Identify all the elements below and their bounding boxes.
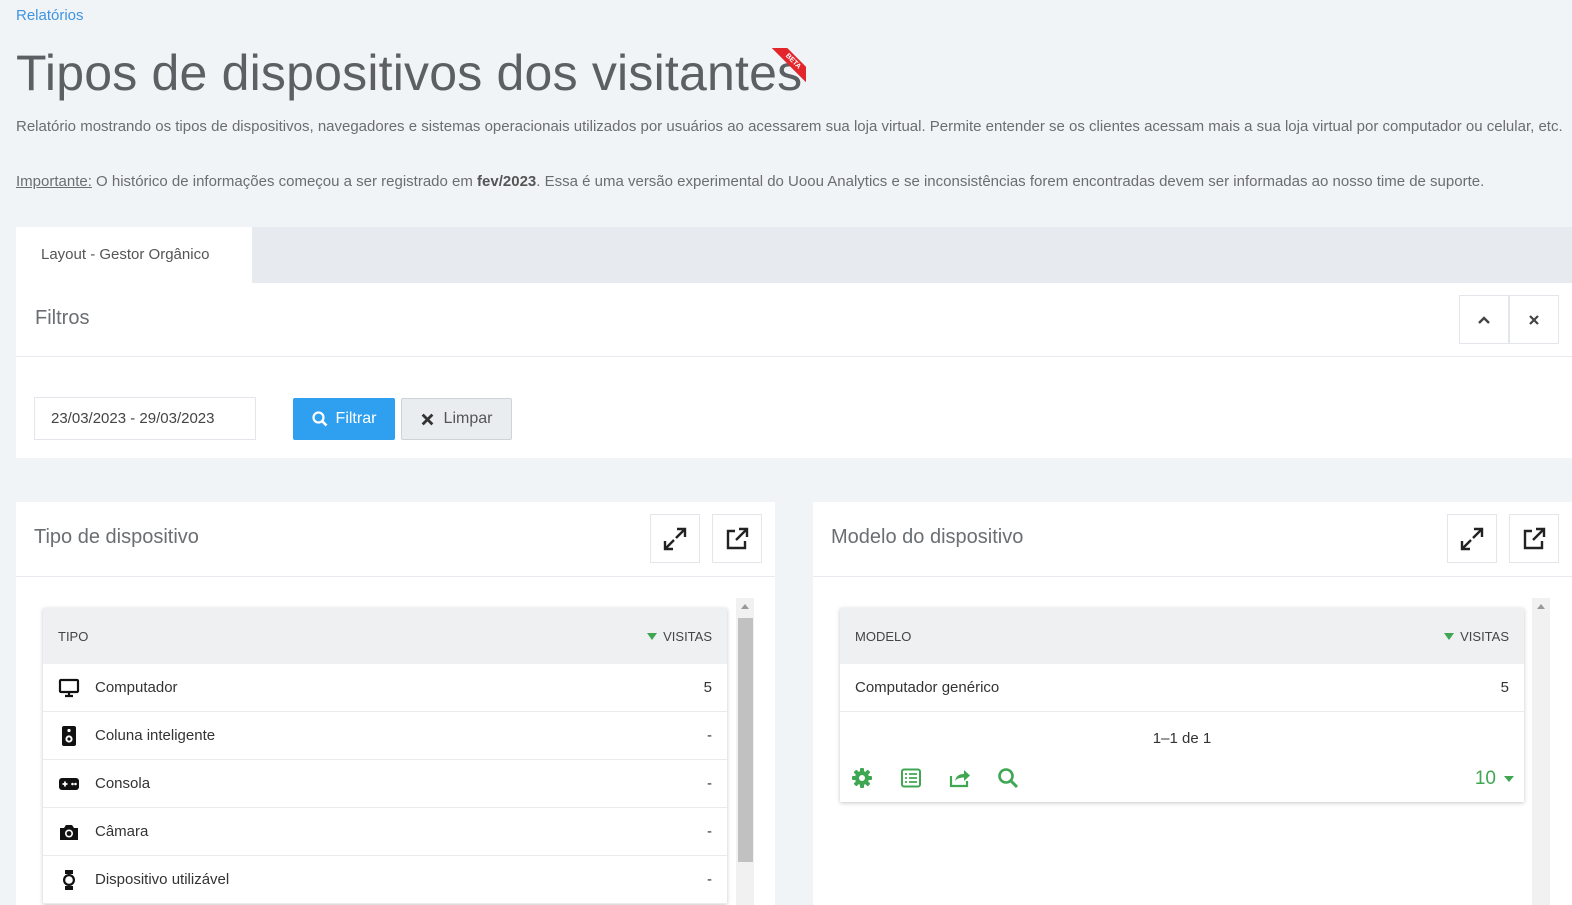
- gear-icon[interactable]: [850, 766, 874, 790]
- table-row: Coluna inteligente -: [43, 712, 727, 760]
- device-type-table: TIPO VISITAS Computador 5 Coluna intelig…: [43, 608, 727, 904]
- tabs-bar: Layout - Gestor Orgânico: [16, 227, 1572, 283]
- table-row: Dispositivo utilizável -: [43, 856, 727, 904]
- filters-header: Filtros: [16, 283, 1572, 357]
- filters-title: Filtros: [35, 307, 90, 329]
- external-link-icon: [726, 527, 749, 549]
- row-value: -: [707, 775, 712, 792]
- scrollbar-thumb[interactable]: [738, 618, 753, 862]
- table-row: Computador 5: [43, 664, 727, 712]
- open-external-button[interactable]: [1509, 514, 1559, 563]
- breadcrumb[interactable]: Relatórios: [16, 7, 84, 24]
- column-header-visitas[interactable]: VISITAS: [647, 629, 712, 644]
- close-icon: [1529, 314, 1539, 325]
- rows-per-page-value: 10: [1474, 768, 1496, 789]
- device-type-card: Tipo de dispositivo TIPO VISITAS Computa…: [16, 502, 775, 905]
- clear-button-label: Limpar: [443, 410, 493, 427]
- camera-icon: [58, 821, 80, 843]
- row-label: Coluna inteligente: [95, 727, 216, 744]
- speaker-icon: [58, 725, 80, 747]
- device-model-card-header: Modelo do dispositivo: [813, 502, 1572, 577]
- row-label: Computador genérico: [855, 679, 1000, 696]
- collapse-filters-button[interactable]: [1459, 295, 1509, 344]
- row-label: Consola: [95, 775, 151, 792]
- beta-badge: BETA: [772, 48, 806, 82]
- filter-button[interactable]: Filtrar: [293, 398, 395, 440]
- beta-badge-label: BETA: [772, 48, 806, 82]
- table-header: TIPO VISITAS: [43, 608, 727, 664]
- scroll-up-icon[interactable]: [1537, 604, 1545, 609]
- rows-per-page-select[interactable]: 10: [1475, 768, 1514, 790]
- scrollbar[interactable]: [1532, 598, 1550, 905]
- device-type-card-title: Tipo de dispositivo: [34, 526, 199, 548]
- notice-text: Importante: O histórico de informações c…: [16, 171, 1568, 192]
- expand-button[interactable]: [1447, 514, 1497, 563]
- sort-desc-icon: [647, 632, 658, 640]
- column-header-visitas-label: VISITAS: [1460, 628, 1509, 644]
- list-icon[interactable]: [899, 766, 923, 790]
- monitor-icon: [58, 677, 80, 699]
- open-external-button[interactable]: [712, 514, 762, 563]
- column-header-visitas-label: VISITAS: [663, 628, 712, 644]
- row-value: -: [707, 823, 712, 840]
- page-description: Relatório mostrando os tipos de disposit…: [16, 118, 1563, 135]
- filter-button-label: Filtrar: [335, 410, 377, 427]
- expand-icon: [1460, 527, 1484, 550]
- row-value: 5: [703, 679, 712, 696]
- table-header: MODELO VISITAS: [840, 608, 1524, 664]
- column-header-tipo[interactable]: TIPO: [58, 629, 88, 644]
- device-model-table: MODELO VISITAS Computador genérico 5 1–1…: [840, 608, 1524, 802]
- row-value: 5: [1500, 679, 1509, 696]
- row-value: -: [707, 727, 712, 744]
- close-icon: [421, 413, 433, 425]
- watch-icon: [58, 869, 80, 891]
- row-label: Câmara: [95, 823, 149, 840]
- date-range-input[interactable]: [34, 397, 256, 440]
- table-footer: 10: [840, 764, 1524, 802]
- notice-text-after: . Essa é uma versão experimental do Uoou…: [536, 173, 1485, 190]
- row-value: -: [707, 871, 712, 888]
- device-type-card-header: Tipo de dispositivo: [16, 502, 775, 577]
- search-icon: [311, 411, 327, 427]
- column-header-modelo[interactable]: MODELO: [855, 629, 911, 644]
- chevron-up-icon: [1478, 315, 1490, 324]
- scrollbar[interactable]: [736, 598, 754, 905]
- table-row: Câmara -: [43, 808, 727, 856]
- clear-button[interactable]: Limpar: [401, 398, 512, 440]
- filters-panel: Filtros Filtrar Limpar: [16, 283, 1572, 458]
- row-label: Dispositivo utilizável: [95, 871, 230, 888]
- page-title: Tipos de dispositivos dos visitantes: [16, 45, 803, 101]
- device-model-card: Modelo do dispositivo MODELO VISITAS Com…: [813, 502, 1572, 905]
- external-link-icon: [1523, 527, 1546, 549]
- search-icon[interactable]: [996, 766, 1020, 790]
- chevron-down-icon: [1504, 776, 1514, 782]
- tab-layout-gestor-organico[interactable]: Layout - Gestor Orgânico: [16, 227, 252, 283]
- expand-icon: [663, 527, 687, 550]
- notice-text-before: O histórico de informações começou a ser…: [91, 173, 478, 190]
- expand-button[interactable]: [650, 514, 700, 563]
- pagination-info: 1–1 de 1: [1152, 730, 1212, 747]
- notice-highlight: fev/2023: [477, 173, 537, 190]
- table-row: Consola -: [43, 760, 727, 808]
- close-filters-button[interactable]: [1509, 295, 1559, 344]
- table-row: Computador genérico 5: [840, 664, 1524, 712]
- column-header-visitas[interactable]: VISITAS: [1444, 629, 1509, 644]
- row-label: Computador: [95, 679, 178, 696]
- notice-label: Importante:: [16, 173, 92, 190]
- share-icon[interactable]: [948, 766, 972, 790]
- gamepad-icon: [58, 773, 80, 795]
- scroll-up-icon[interactable]: [741, 604, 749, 609]
- device-model-card-title: Modelo do dispositivo: [831, 526, 1024, 548]
- sort-desc-icon: [1444, 632, 1455, 640]
